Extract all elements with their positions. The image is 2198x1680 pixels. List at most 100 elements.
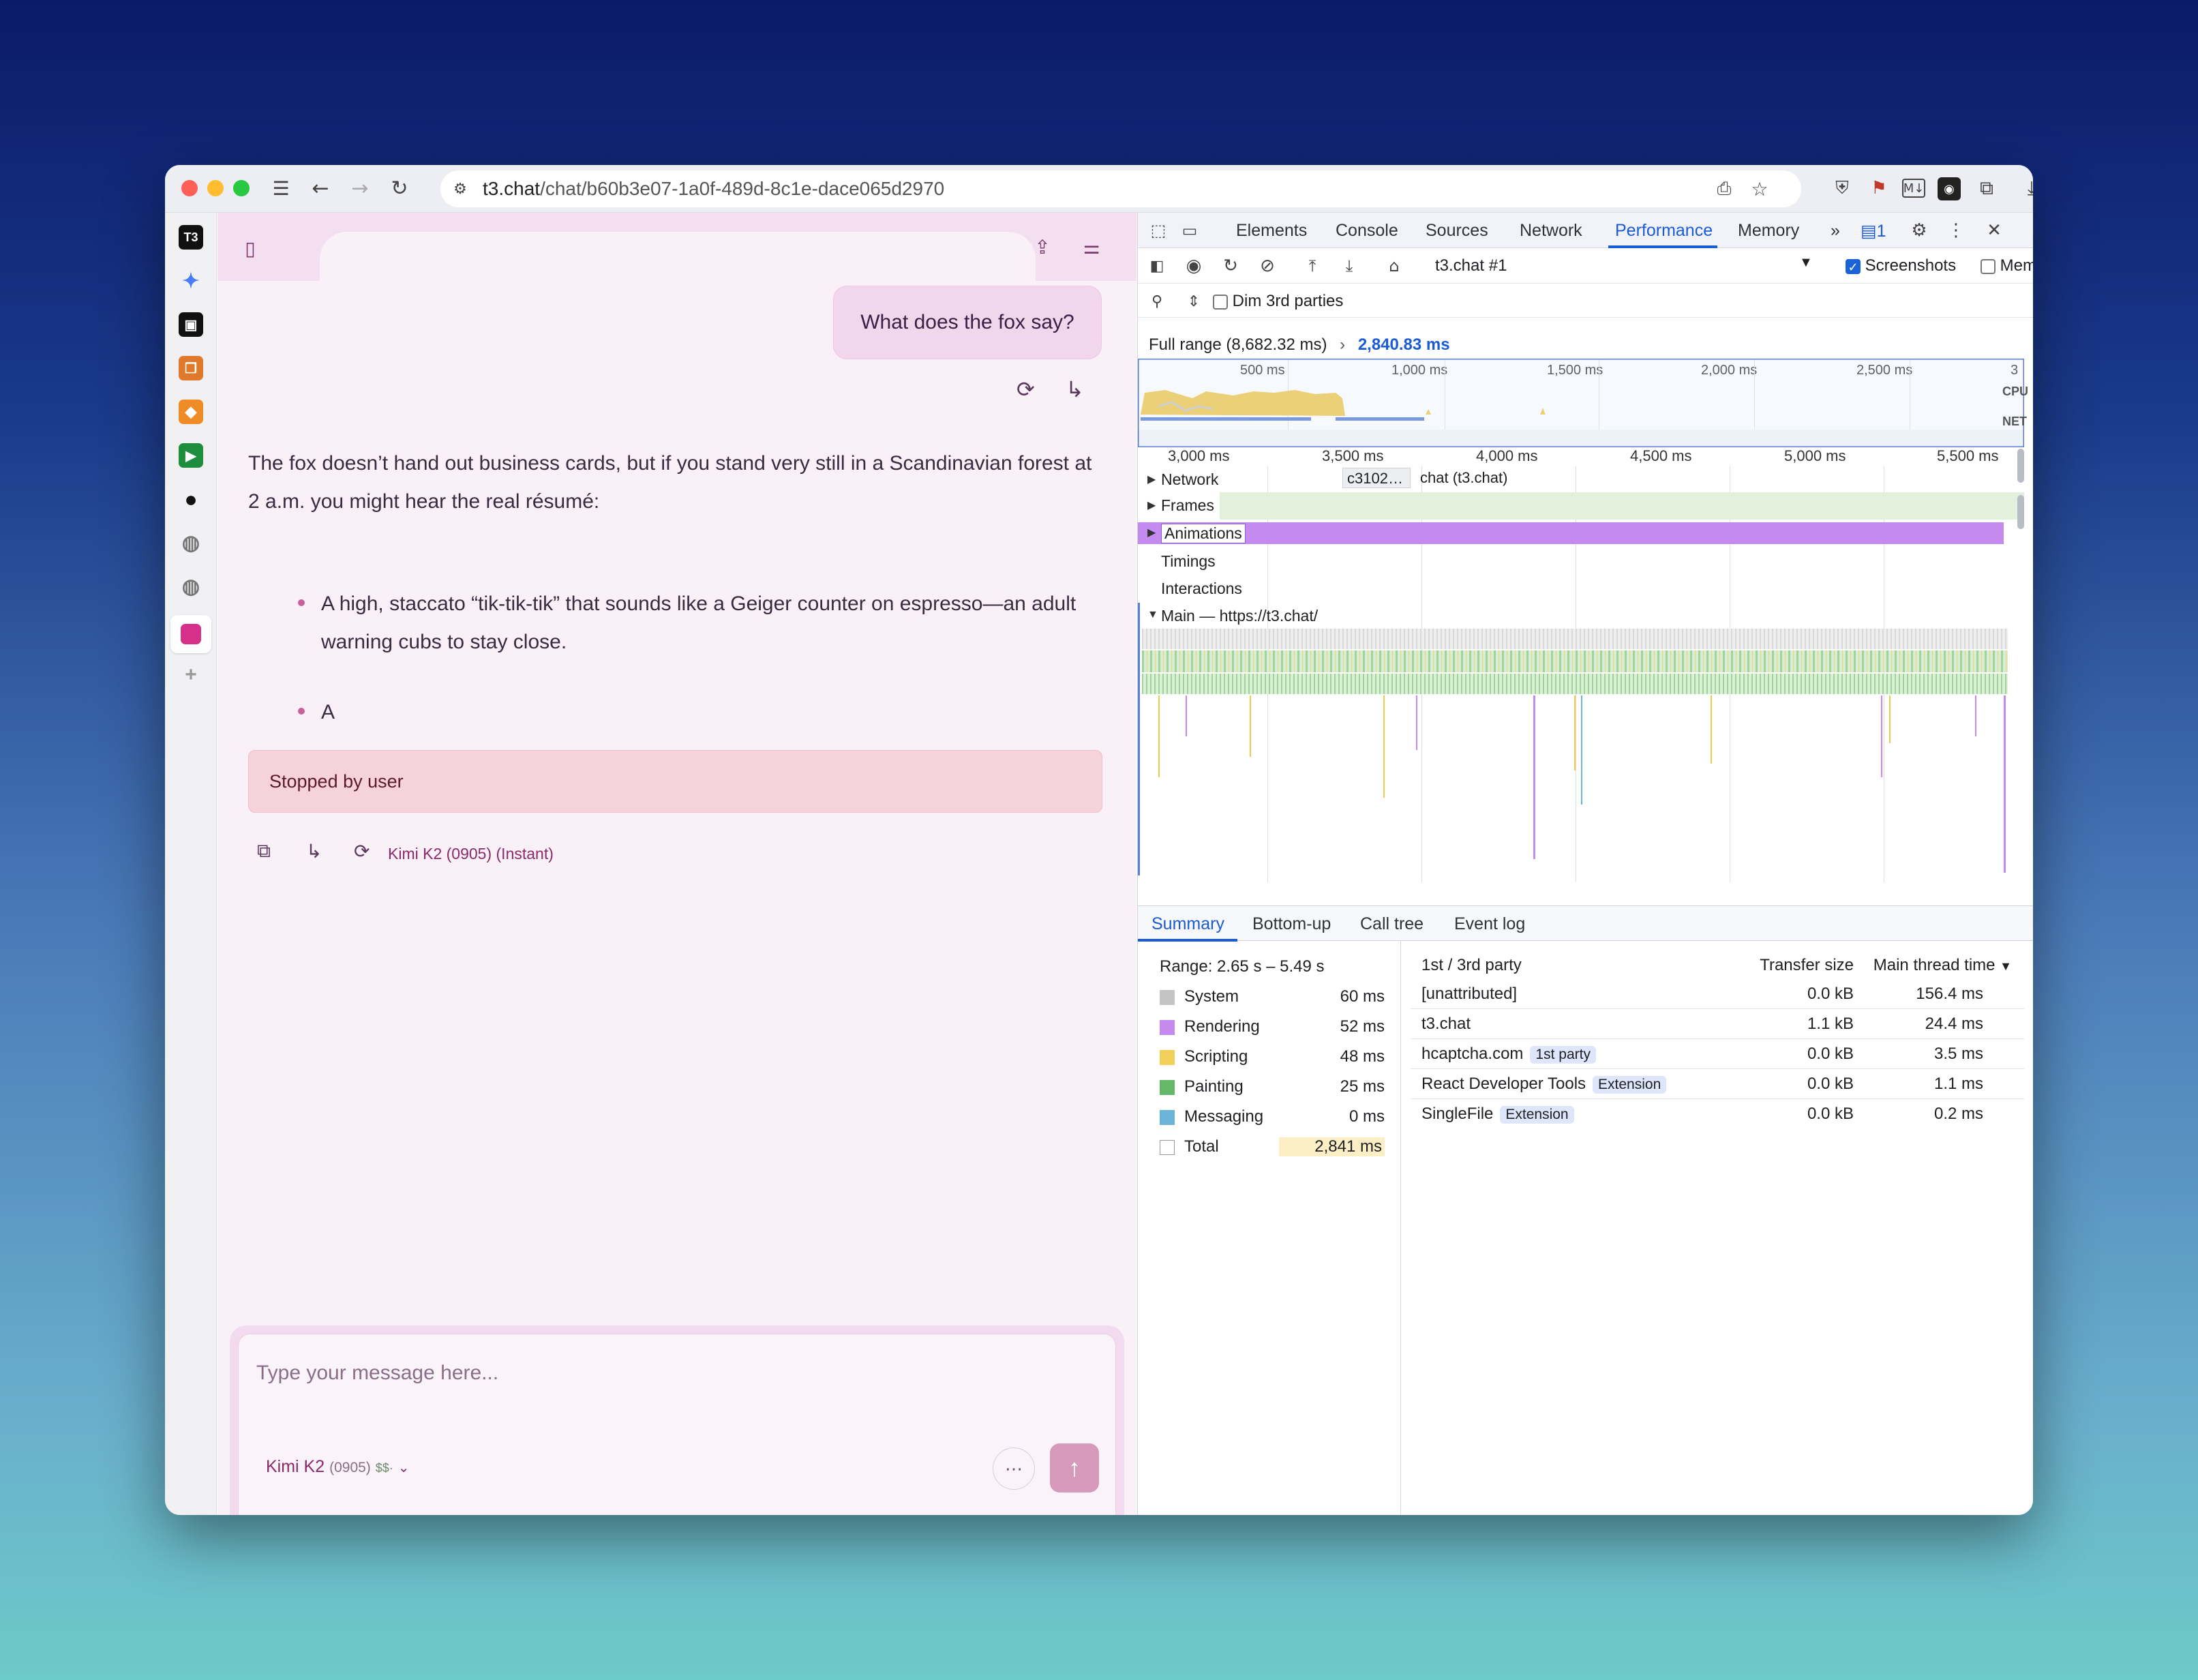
- range-breadcrumb[interactable]: Full range (8,682.32 ms) › 2,840.83 ms: [1149, 335, 1450, 355]
- app-5-icon[interactable]: ◆: [179, 400, 203, 424]
- table-row[interactable]: hcaptcha.com 1st party 0.0 kB 3.5 ms: [1411, 1040, 2024, 1069]
- selected-range[interactable]: 2,840.83 ms: [1358, 335, 1450, 354]
- message-input-placeholder[interactable]: Type your message here...: [256, 1362, 498, 1385]
- tab-elements[interactable]: Elements: [1236, 221, 1307, 241]
- tracks-scrollbar[interactable]: [2017, 449, 2024, 483]
- copy-icon[interactable]: ⧉: [257, 840, 271, 862]
- tab-performance[interactable]: Performance: [1615, 221, 1713, 241]
- send-button[interactable]: ↑: [1050, 1443, 1099, 1492]
- table-row[interactable]: t3.chat 1.1 kB 24.4 ms: [1411, 1010, 2024, 1039]
- tab-network[interactable]: Network: [1520, 221, 1582, 241]
- device-toolbar-icon[interactable]: ▭: [1179, 220, 1201, 241]
- table-row[interactable]: [unattributed] 0.0 kB 156.4 ms: [1411, 980, 2024, 1009]
- record-icon[interactable]: ◉: [1183, 255, 1205, 277]
- animations-track[interactable]: ▶ Animations: [1138, 520, 2024, 547]
- frames-track[interactable]: ▶ Frames: [1138, 492, 2024, 520]
- share-icon[interactable]: ⇪: [1029, 233, 1056, 260]
- more-tabs-icon[interactable]: »: [1831, 221, 1840, 241]
- tab-list-icon[interactable]: ☰: [267, 175, 295, 202]
- github-icon[interactable]: ●: [179, 487, 203, 511]
- memory-checkbox[interactable]: Memory: [1981, 256, 2033, 275]
- sidebar-item-t3[interactable]: T3: [179, 225, 203, 250]
- tab-bottom-up[interactable]: Bottom-up: [1252, 914, 1331, 934]
- table-row[interactable]: SingleFile Extension 0.0 kB 0.2 ms: [1411, 1100, 2024, 1129]
- selection-window[interactable]: [1138, 359, 2024, 447]
- tab-sources[interactable]: Sources: [1426, 221, 1488, 241]
- full-range[interactable]: Full range (8,682.32 ms): [1149, 335, 1327, 354]
- network-track[interactable]: ▶ Network c3102… chat (t3.chat): [1138, 466, 2024, 494]
- toggle-sidebar-icon[interactable]: ◧: [1146, 255, 1168, 277]
- dim-3rd-parties-checkbox[interactable]: Dim 3rd parties: [1213, 292, 1343, 311]
- clear-icon[interactable]: ⊘: [1256, 255, 1278, 277]
- branch-icon[interactable]: ↳: [306, 840, 322, 862]
- back-arrow-icon[interactable]: ←: [307, 175, 334, 202]
- downloads-icon[interactable]: ⤓: [2018, 175, 2033, 202]
- tab-call-tree[interactable]: Call tree: [1360, 914, 1424, 934]
- extension-icon-2[interactable]: ⚑: [1865, 175, 1893, 202]
- tab-summary[interactable]: Summary: [1151, 914, 1224, 934]
- inspect-element-icon[interactable]: ⬚: [1147, 220, 1169, 241]
- checkbox-checked-icon[interactable]: ✓: [1846, 258, 1861, 274]
- globe-icon[interactable]: ◍: [179, 530, 203, 555]
- main-thread-track[interactable]: ▼ Main — https://t3.chat/: [1138, 603, 2024, 875]
- expand-triangle-icon[interactable]: ▶: [1147, 472, 1156, 486]
- column-header[interactable]: 1st / 3rd party: [1421, 956, 1522, 975]
- add-app-icon[interactable]: +: [179, 663, 203, 687]
- close-window-button[interactable]: [181, 180, 198, 196]
- issues-badge[interactable]: ▤1: [1861, 221, 1886, 241]
- bookmark-star-icon[interactable]: ☆: [1748, 177, 1771, 200]
- column-header[interactable]: Transfer size: [1760, 956, 1854, 975]
- animation-bar[interactable]: [1138, 522, 2004, 544]
- download-icon[interactable]: ⤓: [1338, 255, 1360, 277]
- collapse-triangle-icon[interactable]: ▼: [1147, 609, 1158, 621]
- maximize-window-button[interactable]: [233, 180, 250, 196]
- settings-sliders-icon[interactable]: ⚌: [1078, 233, 1105, 260]
- expand-triangle-icon[interactable]: ▶: [1147, 498, 1156, 512]
- app-3-icon[interactable]: ▣: [179, 312, 203, 337]
- message-input-box[interactable]: Type your message here... Kimi K2 (0905)…: [238, 1334, 1116, 1515]
- tab-memory[interactable]: Memory: [1738, 221, 1799, 241]
- extensions-puzzle-icon[interactable]: ⧉: [1973, 175, 2000, 202]
- ublock-extension-icon[interactable]: ⛨: [1828, 175, 1856, 202]
- gear-icon[interactable]: ⚙: [1908, 220, 1930, 241]
- site-settings-icon[interactable]: ⚙: [449, 177, 472, 200]
- upload-icon[interactable]: ⤒: [1301, 255, 1323, 277]
- toggle-sidebar-icon[interactable]: ▯: [237, 235, 264, 262]
- timeline-overview[interactable]: 500 ms 1,000 ms 1,500 ms 2,000 ms 2,500 …: [1138, 359, 2028, 447]
- reload-record-icon[interactable]: ↻: [1220, 255, 1241, 277]
- close-devtools-icon[interactable]: ✕: [1983, 220, 2005, 241]
- tab-console[interactable]: Console: [1336, 221, 1398, 241]
- minimize-window-button[interactable]: [207, 180, 224, 196]
- expand-triangle-icon[interactable]: ▶: [1147, 526, 1156, 539]
- dropdown-arrow-icon[interactable]: ▼: [1799, 255, 1813, 271]
- install-app-icon[interactable]: ⎙: [1713, 177, 1736, 200]
- app-4-icon[interactable]: ❐: [179, 356, 203, 380]
- timeline-tracks[interactable]: 3,000 ms 3,500 ms 4,000 ms 4,500 ms 5,00…: [1138, 447, 2024, 885]
- collapse-tracks-icon[interactable]: ⇕: [1183, 290, 1205, 312]
- interactions-track[interactable]: Interactions: [1138, 575, 2024, 603]
- checkbox-unchecked-icon[interactable]: [1981, 258, 1996, 274]
- screenshots-checkbox[interactable]: ✓ Screenshots: [1846, 256, 1956, 275]
- globe-icon-2[interactable]: ◍: [179, 574, 203, 599]
- reload-icon[interactable]: ↻: [386, 175, 413, 202]
- retry-icon[interactable]: ⟳: [354, 840, 370, 862]
- home-icon[interactable]: ⌂: [1383, 255, 1405, 277]
- forward-arrow-icon[interactable]: →: [346, 175, 374, 202]
- address-bar[interactable]: ⚙ t3.chat/chat/b60b3e07-1a0f-489d-8c1e-d…: [440, 170, 1801, 207]
- active-app-tab[interactable]: [170, 615, 211, 653]
- column-header-sorted[interactable]: Main thread time ▼: [1873, 956, 2012, 975]
- google-meet-icon[interactable]: ▶: [179, 443, 203, 468]
- table-row[interactable]: React Developer Tools Extension 0.0 kB 1.1 …: [1411, 1070, 2024, 1099]
- model-selector[interactable]: Kimi K2 (0905) $$· ⌄: [266, 1457, 409, 1477]
- more-options-button[interactable]: ⋯: [993, 1448, 1035, 1490]
- branch-icon[interactable]: ↳: [1066, 376, 1084, 402]
- network-request-label[interactable]: chat (t3.chat): [1420, 468, 1507, 488]
- gemini-icon[interactable]: ✦: [179, 269, 203, 293]
- timings-track[interactable]: Timings: [1138, 548, 2024, 575]
- extension-icon-4[interactable]: ◉: [1938, 177, 1961, 200]
- checkbox-unchecked-icon[interactable]: [1213, 294, 1228, 310]
- recording-select[interactable]: t3.chat #1: [1435, 256, 1507, 275]
- tracks-scrollbar-2[interactable]: [2017, 495, 2024, 529]
- markdown-extension-icon[interactable]: M↓: [1902, 179, 1925, 198]
- kebab-menu-icon[interactable]: ⋮: [1945, 220, 1967, 241]
